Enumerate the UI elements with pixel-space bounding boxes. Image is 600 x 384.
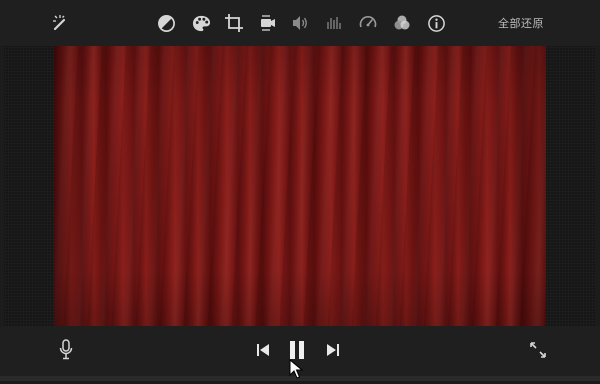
microphone-icon[interactable]: [56, 338, 76, 362]
magic-wand-icon[interactable]: [49, 12, 71, 34]
video-viewer-window: 全部还原: [0, 0, 600, 381]
mouse-cursor-icon: [289, 358, 304, 379]
clip-filter-icon[interactable]: [391, 12, 413, 34]
palette-icon[interactable]: [190, 12, 212, 34]
info-icon[interactable]: [425, 12, 447, 34]
stabilization-camera-icon[interactable]: [256, 12, 278, 34]
letterbox-left: [4, 46, 54, 326]
skip-forward-icon[interactable]: [325, 342, 341, 358]
color-balance-icon[interactable]: [155, 12, 177, 34]
video-frame-red-curtain: [54, 46, 548, 326]
video-viewer: [4, 46, 596, 326]
crop-icon[interactable]: [223, 12, 245, 34]
equalizer-icon[interactable]: [323, 12, 345, 34]
speed-icon[interactable]: [357, 12, 379, 34]
fullscreen-icon[interactable]: [527, 339, 549, 361]
adjustments-toolbar: 全部还原: [0, 0, 600, 46]
skip-back-icon[interactable]: [255, 342, 271, 358]
restore-all-button[interactable]: 全部还原: [498, 15, 544, 31]
volume-icon[interactable]: [289, 12, 311, 34]
letterbox-right: [546, 46, 596, 326]
